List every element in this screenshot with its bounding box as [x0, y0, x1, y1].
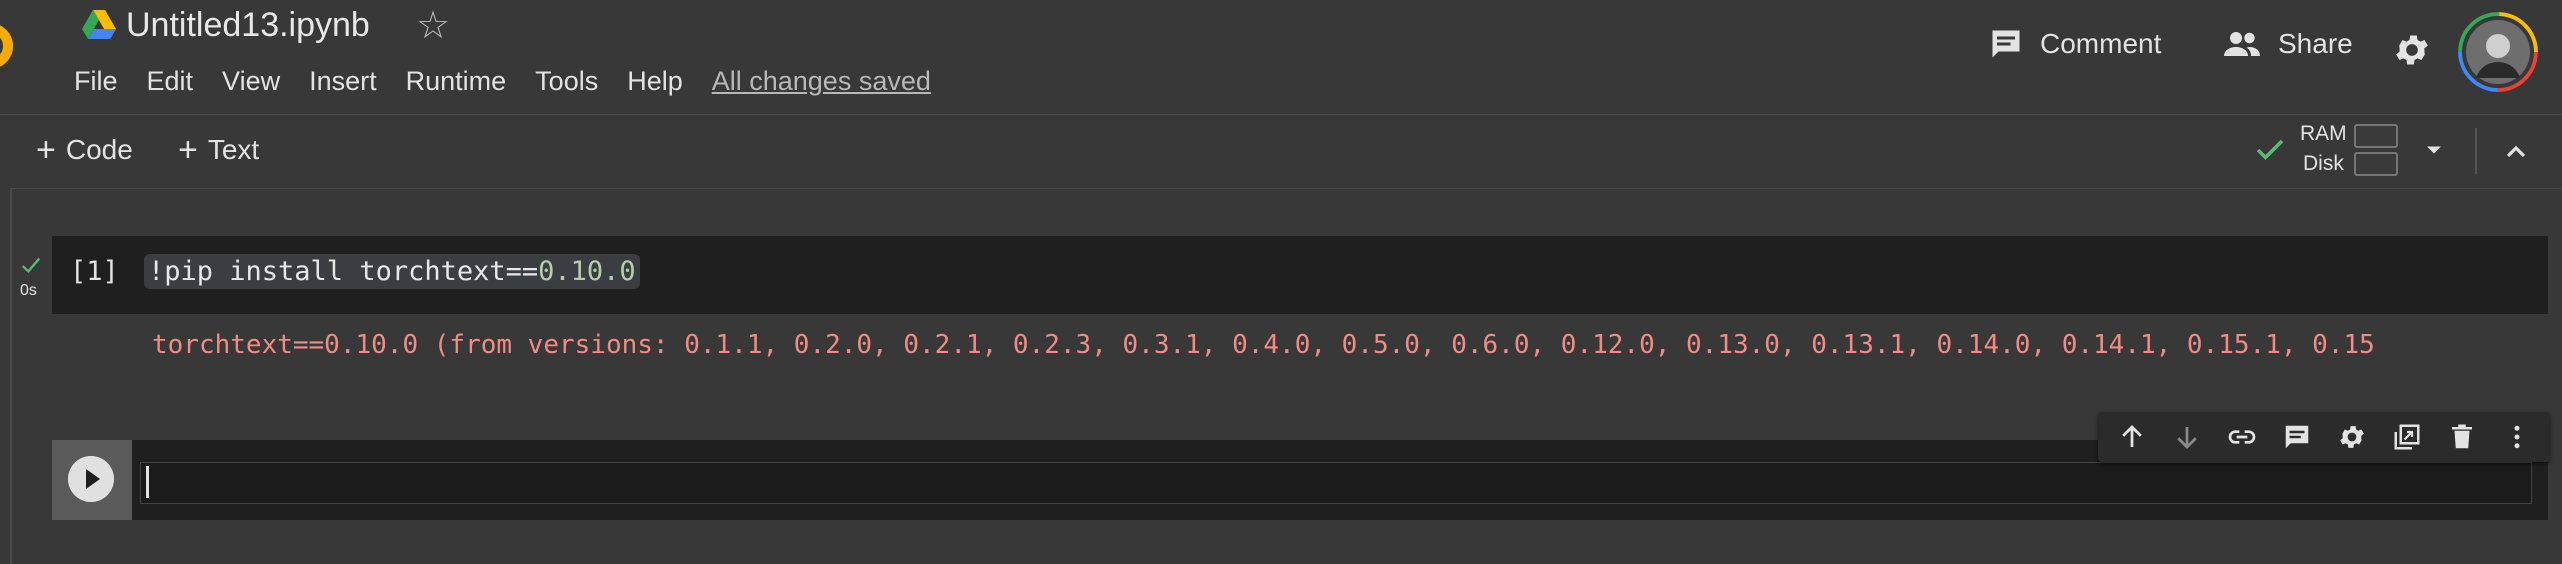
notebook-left-rail	[10, 188, 12, 564]
share-label: Share	[2278, 28, 2353, 59]
menu-edit[interactable]: Edit	[147, 66, 194, 97]
star-icon[interactable]: ☆	[416, 4, 450, 48]
plus-icon: +	[178, 131, 198, 169]
share-button[interactable]: Share	[2222, 26, 2353, 62]
menu-tools[interactable]: Tools	[535, 66, 598, 97]
add-code-cell-button[interactable]: + Code	[36, 131, 133, 169]
plus-icon: +	[36, 131, 56, 169]
disk-usage-meter[interactable]	[2354, 152, 2398, 176]
ram-usage-meter[interactable]	[2354, 124, 2398, 148]
more-vert-icon[interactable]	[2500, 420, 2534, 454]
menu-bar: File Edit View Insert Runtime Tools Help…	[74, 66, 931, 97]
google-drive-icon[interactable]	[82, 10, 116, 40]
comment-icon	[1992, 30, 2020, 58]
menu-file[interactable]: File	[74, 66, 118, 97]
notebook-title[interactable]: Untitled13.ipynb	[126, 6, 370, 45]
settings-gear-icon[interactable]	[2392, 30, 2432, 70]
execution-time: 0s	[20, 282, 37, 299]
code-editor-input[interactable]	[140, 462, 2532, 504]
execution-count: [1]	[70, 256, 119, 287]
comment-label: Comment	[2040, 28, 2162, 59]
menu-view[interactable]: View	[222, 66, 280, 97]
cell-toolbar	[2098, 412, 2550, 462]
disk-label: Disk	[2303, 152, 2344, 175]
cell-output-error: torchtext==0.10.0 (from versions: 0.1.1,…	[152, 330, 2375, 360]
code-version-literal: 0.10.0	[538, 256, 636, 287]
menu-runtime[interactable]: Runtime	[406, 66, 507, 97]
user-avatar[interactable]	[2458, 12, 2538, 92]
colab-logo[interactable]	[0, 18, 42, 74]
notebook-toolbar	[10, 116, 2562, 189]
arrow-up-icon[interactable]	[2115, 420, 2149, 454]
add-code-label: Code	[65, 134, 133, 165]
menu-insert[interactable]: Insert	[309, 66, 377, 97]
code-line[interactable]: !pip install torchtext==0.10.0	[144, 254, 640, 289]
save-status-link[interactable]: All changes saved	[712, 66, 931, 97]
text-cursor	[146, 466, 149, 498]
mirror-cell-icon[interactable]	[2390, 420, 2424, 454]
caret-down-icon[interactable]	[2420, 136, 2448, 164]
people-icon	[2224, 32, 2260, 56]
add-text-cell-button[interactable]: + Text	[178, 131, 260, 169]
execution-success-check-icon	[21, 257, 41, 274]
comment-icon[interactable]	[2280, 420, 2314, 454]
arrow-down-icon[interactable]	[2170, 420, 2204, 454]
connected-check-icon[interactable]	[2252, 132, 2288, 168]
toolbar-divider	[2475, 128, 2477, 174]
menu-help[interactable]: Help	[627, 66, 683, 97]
delete-icon[interactable]	[2445, 420, 2479, 454]
ram-label: RAM	[2300, 122, 2347, 145]
code-command: !pip install torchtext==	[148, 256, 539, 287]
header-bar	[0, 0, 2562, 115]
link-icon[interactable]	[2225, 420, 2259, 454]
add-text-label: Text	[207, 134, 260, 165]
comment-button[interactable]: Comment	[1988, 26, 2161, 62]
run-cell-button[interactable]	[68, 456, 114, 502]
chevron-up-icon[interactable]	[2500, 136, 2532, 168]
settings-icon[interactable]	[2335, 420, 2369, 454]
